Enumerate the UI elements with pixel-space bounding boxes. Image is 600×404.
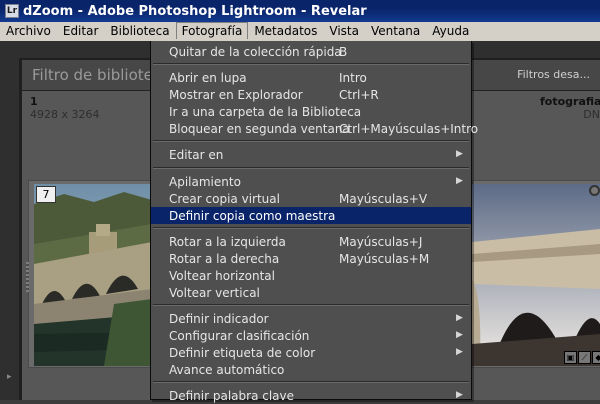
menu-item-apilamiento[interactable]: Apilamiento ▶ [151,173,471,190]
cell-dimensions: 4928 x 3264 [30,108,100,121]
menu-item-ir-a-carpeta-biblioteca[interactable]: Ir a una carpeta de la Biblioteca [151,103,471,120]
filter-preset-dropdown[interactable]: Filtros desa... [517,68,590,81]
menu-item-label: Avance automático [169,363,285,377]
menu-item-shortcut: Mayúsculas+V [339,192,428,206]
title-bar: Lr dZoom - Adobe Photoshop Lightroom - R… [0,0,600,22]
menu-item-editar-en[interactable]: Editar en ▶ [151,146,471,163]
submenu-arrow-icon: ▶ [456,149,463,159]
menu-item-label: Ir a una carpeta de la Biblioteca [169,105,362,119]
library-filter-title[interactable]: Filtro de bibliotec [32,66,161,84]
menu-item-label: Apilamiento [169,175,241,189]
bridge-photo-thumbnail-1[interactable] [34,184,152,366]
menu-item-label: Mostrar en Explorador [169,88,303,102]
submenu-arrow-icon: ▶ [456,313,463,323]
menu-item-rotar-izquierda[interactable]: Rotar a la izquierda Mayúsculas+J [151,233,471,250]
menu-item-shortcut: Ctrl+R [339,88,379,102]
menu-ayuda[interactable]: Ayuda [426,22,475,39]
photo-number-badge: 7 [36,186,56,203]
menu-separator [153,140,469,142]
menu-item-shortcut: Mayúsculas+M [339,252,430,266]
menu-item-shortcut: Intro [339,71,367,85]
menu-item-label: Voltear horizontal [169,269,275,283]
menu-item-shortcut: B [339,45,348,59]
submenu-arrow-icon: ▶ [456,390,463,400]
keyword-icon[interactable]: ◆ [592,351,600,364]
menu-vista[interactable]: Vista [323,22,365,39]
lightroom-app-icon[interactable]: Lr [5,4,19,18]
menu-bar: Archivo Editar Biblioteca Fotografía Met… [0,22,600,42]
menu-item-voltear-vertical[interactable]: Voltear vertical [151,284,471,301]
menu-separator [153,63,469,65]
menu-item-label: Definir copia como maestra [169,209,336,223]
submenu-arrow-icon: ▶ [456,330,463,340]
grid-cell-info-1: 1 4928 x 3264 [30,95,100,121]
menu-ventana[interactable]: Ventana [365,22,426,39]
edit-icon[interactable]: ⟋ [578,351,591,364]
menu-item-definir-copia-maestra[interactable]: Definir copia como maestra [151,207,471,224]
menu-item-rotar-derecha[interactable]: Rotar a la derecha Mayúsculas+M [151,250,471,267]
menu-item-label: Voltear vertical [169,286,260,300]
menu-item-quitar-coleccion-rapida[interactable]: Quitar de la colección rápida B [151,43,471,60]
menu-fotografia[interactable]: Fotografía [175,22,249,39]
submenu-arrow-icon: ▶ [456,176,463,186]
menu-item-crear-copia-virtual[interactable]: Crear copia virtual Mayúsculas+V [151,190,471,207]
menu-separator [153,227,469,229]
panel-resize-grip[interactable] [26,262,29,292]
bridge-photo-thumbnail-2[interactable] [472,184,600,366]
menu-separator [153,304,469,306]
menu-archivo[interactable]: Archivo [0,22,57,39]
menu-item-avance-automatico[interactable]: Avance automático [151,361,471,378]
fotografia-dropdown-menu: Quitar de la colección rápida B Abrir en l… [150,41,478,403]
selection-circle-icon[interactable] [589,185,600,196]
menu-item-label: Configurar clasificación [169,329,310,343]
menu-item-bloquear-segunda-ventana[interactable]: Bloquear en segunda ventana Ctrl+Mayúscul… [151,120,478,137]
menu-item-shortcut: Ctrl+Mayúsculas+Intro [339,122,479,136]
menu-separator [153,381,469,383]
cell-filename: fotografia_0 [540,95,600,108]
window-title: dZoom - Adobe Photoshop Lightroom - Reve… [23,3,367,19]
menu-item-configurar-clasificacion[interactable]: Configurar clasificación ▶ [151,327,471,344]
cell-badges: ▣ ⟋ ◆ [563,351,600,364]
menu-item-definir-palabra-clave[interactable]: Definir palabra clave ▶ [151,387,471,404]
menu-item-label: Crear copia virtual [169,192,280,206]
menu-item-label: Definir etiqueta de color [169,346,316,360]
menu-item-label: Definir indicador [169,312,269,326]
cell-filetype: DN [583,108,600,121]
menu-item-label: Editar en [169,148,224,162]
cell-index: 1 [30,95,38,108]
menu-item-definir-indicador[interactable]: Definir indicador ▶ [151,310,471,327]
menu-item-label: Rotar a la izquierda [169,235,286,249]
menu-separator [153,167,469,169]
submenu-arrow-icon: ▶ [456,347,463,357]
menu-metadatos[interactable]: Metadatos [248,22,323,39]
menu-item-label: Bloquear en segunda ventana [169,122,350,136]
collection-icon[interactable]: ▣ [564,351,577,364]
menu-biblioteca[interactable]: Biblioteca [104,22,175,39]
menu-item-mostrar-en-explorador[interactable]: Mostrar en Explorador Ctrl+R [151,86,471,103]
menu-item-abrir-en-lupa[interactable]: Abrir en lupa Intro [151,69,471,86]
panel-toggle-arrow-icon[interactable]: ▸ [7,372,12,382]
menu-item-label: Abrir en lupa [169,71,247,85]
menu-item-label: Definir palabra clave [169,389,295,403]
menu-item-label: Quitar de la colección rápida [169,45,342,59]
menu-item-voltear-horizontal[interactable]: Voltear horizontal [151,267,471,284]
grid-cell-info-2: fotografia_0 DN [540,95,600,121]
menu-item-shortcut: Mayúsculas+J [339,235,423,249]
menu-editar[interactable]: Editar [57,22,105,39]
menu-item-label: Rotar a la derecha [169,252,280,266]
menu-item-definir-etiqueta-color[interactable]: Definir etiqueta de color ▶ [151,344,471,361]
